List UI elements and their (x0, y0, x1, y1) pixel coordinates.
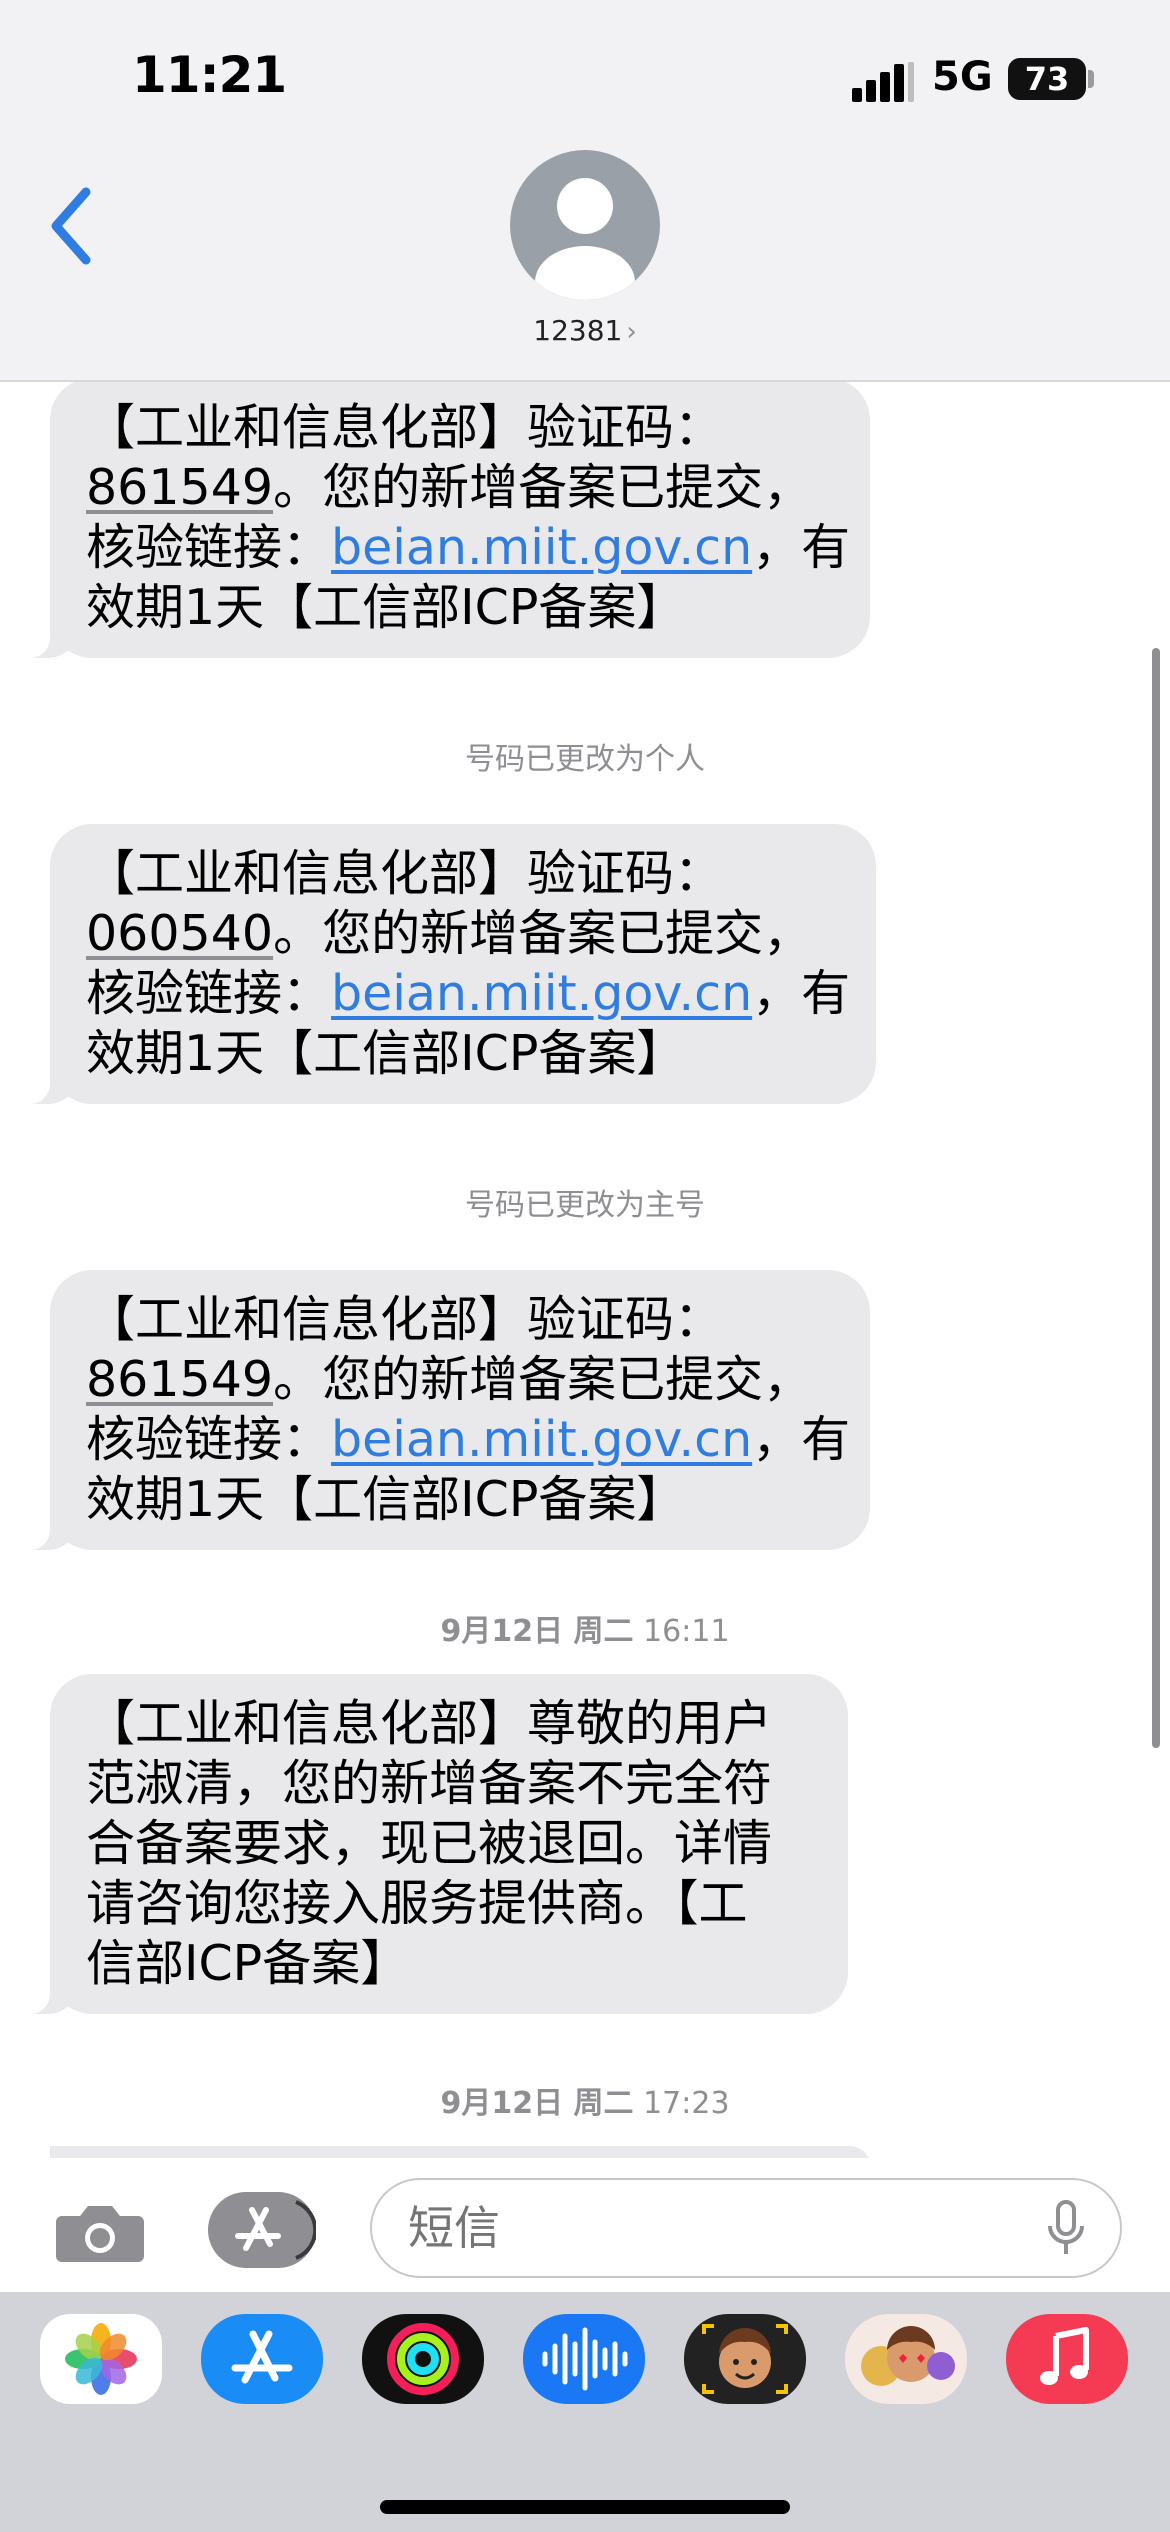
message-text: 核验链接： (86, 519, 332, 576)
timestamp: 9月12日 周二 17:23 (0, 2078, 1170, 2122)
message-text: 【工业和信息化部】验证码： (86, 1291, 724, 1348)
app-memoji[interactable] (684, 2314, 806, 2404)
music-note-icon (1006, 2314, 1128, 2404)
message-line: 861549。您的新增备案已提交， (86, 458, 834, 518)
verification-code[interactable]: 060540 (86, 905, 273, 962)
message-line: 060540。您的新增备案已提交， (86, 904, 840, 964)
message-line: 861549。您的新增备案已提交， (86, 1350, 834, 1410)
app-store-button[interactable] (208, 2192, 318, 2268)
chevron-right-icon: › (626, 317, 637, 347)
message-link[interactable]: beian.miit.gov.cn (331, 965, 752, 1022)
timestamp-date: 9月12日 周二 (440, 1614, 634, 1649)
message-bubble[interactable]: 【工业和信息化部】验证码： 060540。您的新增备案已提交， 核验链接：beian… (22, 824, 876, 1104)
cellular-signal-icon (852, 62, 914, 102)
message-line: 请咨询您接入服务提供商。【工 (86, 1874, 812, 1934)
camera-icon[interactable] (54, 2202, 146, 2264)
timestamp-time: 16:11 (643, 1614, 730, 1649)
timestamp-time: 17:23 (643, 2086, 730, 2121)
app-store-icon (201, 2314, 323, 2404)
message-line: 核验链接：beian.miit.gov.cn，有 (86, 518, 850, 578)
photos-icon (40, 2314, 162, 2404)
message-text: 【工业和信息化部】尊敬的用户 (86, 1695, 773, 1752)
message-link[interactable]: beian.miit.gov.cn (331, 1411, 752, 1468)
app-fitness[interactable] (362, 2314, 484, 2404)
message-text: 。您的新增备案已提交， (273, 905, 813, 962)
message-bubble[interactable] (22, 2144, 870, 2158)
timestamp: 9月12日 周二 16:11 (0, 1606, 1170, 1650)
message-text: 范淑清，您的新增备案不完全符 (86, 1755, 773, 1812)
message-line: 效期1天【工信部ICP备案】 (86, 1470, 834, 1530)
message-line: 核验链接：beian.miit.gov.cn，有 (86, 964, 850, 1024)
message-text: 效期1天【工信部ICP备案】 (86, 1471, 686, 1528)
message-bubble[interactable]: 【工业和信息化部】验证码： 861549。您的新增备案已提交， 核验链接：beian… (22, 382, 870, 658)
message-text: 核验链接： (86, 1411, 332, 1468)
message-line: 【工业和信息化部】验证码： (86, 1290, 834, 1350)
message-line: 信部ICP备案】 (86, 1934, 812, 1994)
message-input[interactable] (370, 2178, 1122, 2278)
contact-avatar[interactable] (510, 150, 660, 300)
memoji-stickers-icon (845, 2314, 967, 2404)
battery-tip (1088, 70, 1094, 88)
network-type: 5G (932, 54, 993, 100)
person-silhouette-icon (535, 178, 635, 300)
verification-code[interactable]: 861549 (86, 459, 273, 516)
message-line: 【工业和信息化部】验证码： (86, 844, 840, 904)
battery-icon: 73 (1008, 58, 1086, 100)
activity-rings-icon (362, 2314, 484, 2404)
message-line: 核验链接：beian.miit.gov.cn，有 (86, 1410, 850, 1470)
microphone-icon[interactable] (1046, 2200, 1086, 2258)
message-bubble[interactable]: 【工业和信息化部】验证码： 861549。您的新增备案已提交， 核验链接：beian… (22, 1270, 870, 1550)
message-line: 效期1天【工信部ICP备案】 (86, 578, 834, 638)
message-text: 效期1天【工信部ICP备案】 (86, 1025, 686, 1082)
status-time: 11:21 (132, 46, 287, 104)
memoji-icon (684, 2314, 806, 2404)
message-text: 合备案要求，现已被退回。详情 (86, 1815, 773, 1872)
message-text: 。您的新增备案已提交， (273, 459, 813, 516)
compose-bar (0, 2158, 1170, 2292)
message-line: 【工业和信息化部】验证码： (86, 398, 834, 458)
app-photos[interactable] (40, 2314, 162, 2404)
system-notice: 号码已更改为主号 (465, 1188, 705, 1223)
chevron-left-icon[interactable] (48, 186, 98, 266)
waveform-icon (523, 2314, 645, 2404)
app-memoji-stickers[interactable] (845, 2314, 967, 2404)
message-text: 核验链接： (86, 965, 332, 1022)
message-text: 【工业和信息化部】验证码： (86, 845, 724, 902)
contact-name-row[interactable]: 12381 › (0, 314, 1170, 347)
timestamp-date: 9月12日 周二 (440, 2086, 634, 2121)
system-notice: 号码已更改为个人 (465, 742, 705, 777)
contact-name: 12381 (533, 314, 623, 347)
message-text: ，有 (752, 519, 851, 576)
message-line: 效期1天【工信部ICP备案】 (86, 1024, 840, 1084)
message-text: ，有 (752, 1411, 851, 1468)
imessage-app-drawer (0, 2292, 1170, 2532)
home-indicator (380, 2500, 790, 2514)
app-music[interactable] (1006, 2314, 1128, 2404)
message-link[interactable]: beian.miit.gov.cn (331, 519, 752, 576)
scrollbar[interactable] (1152, 648, 1160, 1748)
message-text: ，有 (752, 965, 851, 1022)
message-thread[interactable]: 【工业和信息化部】验证码： 861549。您的新增备案已提交， 核验链接：beian… (0, 382, 1170, 2158)
message-text: 【工业和信息化部】验证码： (86, 399, 724, 456)
message-line: 范淑清，您的新增备案不完全符 (86, 1754, 812, 1814)
conversation-header: 11:21 5G 73 12381 › (0, 0, 1170, 382)
message-text: 效期1天【工信部ICP备案】 (86, 579, 686, 636)
app-store-icon (235, 2200, 318, 2260)
message-line: 合备案要求，现已被退回。详情 (86, 1814, 812, 1874)
app-audio-message[interactable] (523, 2314, 645, 2404)
message-text: 请咨询您接入服务提供商。【工 (86, 1875, 748, 1932)
message-line: 【工业和信息化部】尊敬的用户 (86, 1694, 812, 1754)
message-text: 。您的新增备案已提交， (273, 1351, 813, 1408)
message-bubble[interactable]: 【工业和信息化部】尊敬的用户 范淑清，您的新增备案不完全符 合备案要求，现已被退回。… (22, 1674, 848, 2014)
message-text: 信部ICP备案】 (86, 1935, 410, 1992)
app-app-store[interactable] (201, 2314, 323, 2404)
verification-code[interactable]: 861549 (86, 1351, 273, 1408)
